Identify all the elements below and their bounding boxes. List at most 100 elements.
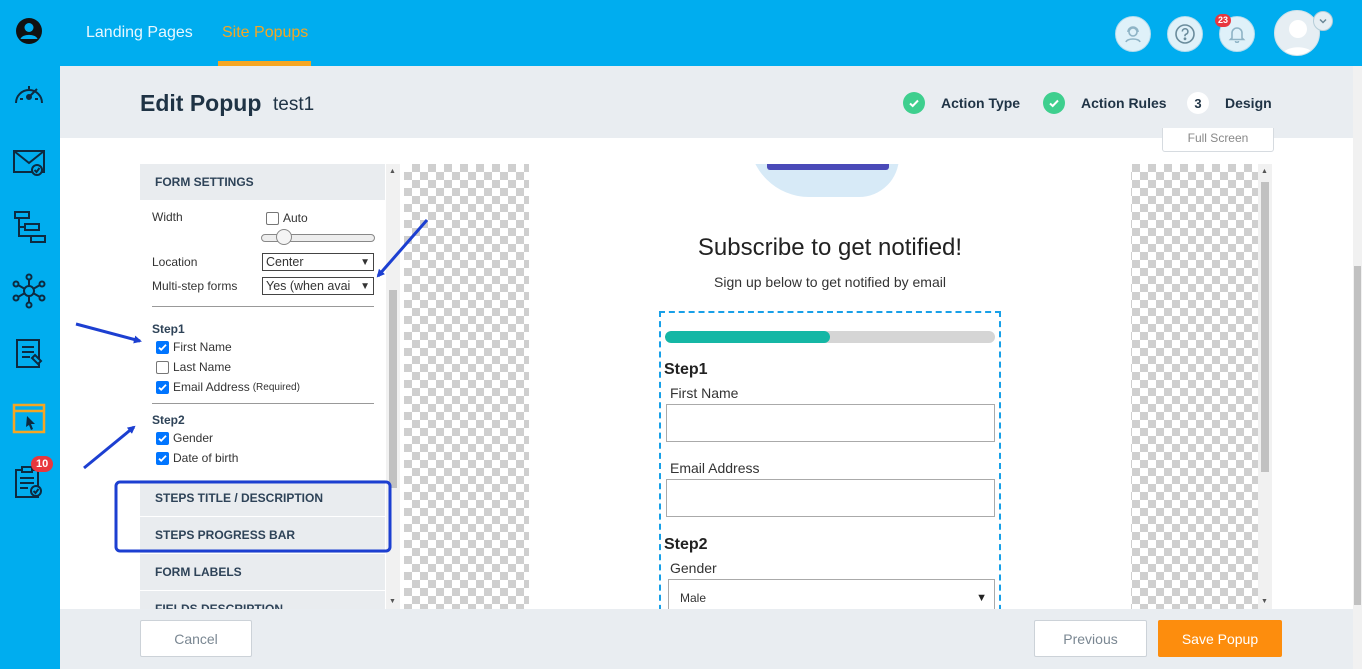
- scroll-down-arrow-icon[interactable]: ▼: [1261, 598, 1268, 605]
- popup-subtitle: Sign up below to get notified by email: [714, 274, 946, 290]
- page-title: Edit Popup: [140, 90, 262, 116]
- save-popup-button[interactable]: Save Popup: [1158, 620, 1282, 657]
- location-label: Location: [152, 255, 198, 269]
- checkbox-box[interactable]: [156, 360, 169, 374]
- design-settings-panel: FORM SETTINGS Width Auto Location Center…: [140, 164, 386, 609]
- step-complete-check-icon: [1043, 92, 1065, 114]
- form-step1-title: Step1: [664, 361, 708, 378]
- auto-width-checkbox[interactable]: Auto: [266, 211, 308, 225]
- checkbox-label: Last Name: [173, 360, 232, 374]
- step-label: Action Type: [941, 95, 1021, 111]
- divider: [152, 306, 374, 307]
- section-steps-progress-bar[interactable]: STEPS PROGRESS BAR: [140, 517, 385, 554]
- step-complete-check-icon: [903, 92, 925, 114]
- step2-dob-checkbox[interactable]: Date of birth: [156, 451, 238, 465]
- section-steps-title-description[interactable]: STEPS TITLE / DESCRIPTION: [140, 480, 385, 517]
- wizard-step-action-type[interactable]: Action Type: [903, 92, 1020, 114]
- location-select-value: Center: [266, 255, 304, 269]
- width-slider-handle[interactable]: [276, 229, 292, 245]
- tab-landing-pages[interactable]: Landing Pages: [86, 0, 193, 66]
- gender-label: Gender: [670, 560, 717, 576]
- popup-name: test1: [273, 94, 315, 115]
- step2-gender-checkbox[interactable]: Gender: [156, 431, 213, 445]
- checkbox-label: Auto: [283, 211, 308, 225]
- checkbox-box[interactable]: [266, 211, 279, 225]
- email-input[interactable]: [666, 479, 995, 517]
- support-agent-icon: [1125, 26, 1141, 43]
- scrollbar-thumb[interactable]: [389, 290, 397, 488]
- form-step2-title: Step2: [664, 536, 708, 553]
- checkbox-label: Email Address: [173, 380, 250, 394]
- step2-heading: Step2: [152, 413, 185, 427]
- header-illustration-bar: [767, 164, 889, 170]
- checkbox-box[interactable]: [156, 340, 169, 354]
- checkbox-box[interactable]: [156, 451, 169, 465]
- automation-flow-icon[interactable]: [10, 208, 48, 246]
- popup-preview-canvas: Subscribe to get notified! Sign up below…: [404, 164, 1272, 609]
- tab-site-popups[interactable]: Site Popups: [222, 0, 308, 66]
- popup-title: Subscribe to get notified!: [697, 234, 963, 261]
- account-menu-chevron[interactable]: [1313, 11, 1333, 31]
- chevron-down-icon: ▼: [360, 281, 370, 292]
- help-button[interactable]: [1167, 16, 1203, 52]
- checkbox-label: Gender: [173, 431, 214, 445]
- account-icon[interactable]: [10, 12, 48, 50]
- left-rail: 10: [0, 0, 60, 669]
- checkbox-box[interactable]: [156, 431, 169, 445]
- top-bar: Landing Pages Site Popups 23: [60, 0, 1362, 66]
- popup-preview[interactable]: Subscribe to get notified! Sign up below…: [529, 164, 1131, 609]
- step1-email-checkbox[interactable]: Email Address (Required): [156, 380, 300, 394]
- tasks-badge: 10: [31, 456, 54, 472]
- wizard-step-design[interactable]: 3 Design: [1187, 92, 1272, 114]
- notification-count-badge: 23: [1215, 14, 1232, 27]
- email-campaign-icon[interactable]: [10, 143, 48, 181]
- scrollbar-thumb[interactable]: [1261, 182, 1269, 472]
- gender-select[interactable]: Male ▼: [668, 579, 995, 609]
- page-scrollbar[interactable]: [1353, 66, 1362, 669]
- divider: [152, 403, 374, 404]
- bell-icon: [1228, 27, 1246, 43]
- site-popups-icon[interactable]: [10, 400, 48, 438]
- step-label: Design: [1225, 95, 1272, 111]
- progress-bar-fill: [665, 331, 830, 343]
- wizard-step-action-rules[interactable]: Action Rules: [1043, 92, 1167, 114]
- gender-select-value: Male: [680, 591, 707, 605]
- design-workspace: Full Screen FORM SETTINGS Width Auto Loc…: [60, 128, 1362, 609]
- scroll-down-arrow-icon[interactable]: ▼: [389, 598, 396, 605]
- email-label: Email Address: [670, 460, 760, 476]
- help-question-icon: [1175, 24, 1195, 44]
- dashboard-gauge-icon[interactable]: [10, 77, 48, 115]
- first-name-label: First Name: [670, 385, 739, 401]
- section-form-settings[interactable]: FORM SETTINGS: [140, 164, 385, 201]
- scroll-up-arrow-icon[interactable]: ▲: [1261, 168, 1268, 175]
- location-select[interactable]: Center ▼: [262, 253, 374, 271]
- first-name-input[interactable]: [666, 404, 995, 442]
- support-agent-button[interactable]: [1115, 16, 1151, 52]
- popup-form[interactable]: Step1 First Name Email Address Step2 Gen…: [659, 311, 1001, 609]
- multistep-label: Multi-step forms: [152, 279, 238, 293]
- checkbox-label: Date of birth: [173, 451, 239, 465]
- scroll-up-arrow-icon[interactable]: ▲: [389, 168, 396, 175]
- step1-last-name-checkbox[interactable]: Last Name: [156, 360, 231, 374]
- network-hub-icon[interactable]: [10, 272, 48, 310]
- multistep-select[interactable]: Yes (when avai ▼: [262, 277, 374, 295]
- cancel-button[interactable]: Cancel: [140, 620, 252, 657]
- chevron-down-icon: ▼: [360, 257, 370, 268]
- full-screen-button[interactable]: Full Screen: [1162, 128, 1274, 152]
- settings-panel-scrollbar[interactable]: ▲ ▼: [386, 164, 400, 609]
- checkbox-label: First Name: [173, 340, 232, 354]
- step-number: 3: [1187, 92, 1209, 114]
- scrollbar-thumb[interactable]: [1354, 266, 1361, 605]
- step1-heading: Step1: [152, 322, 185, 336]
- section-form-labels[interactable]: FORM LABELS: [140, 554, 385, 591]
- multistep-select-value: Yes (when avai: [266, 279, 351, 293]
- step1-first-name-checkbox[interactable]: First Name: [156, 340, 232, 354]
- preview-scrollbar[interactable]: ▲ ▼: [1258, 164, 1272, 609]
- chevron-down-icon: ▼: [976, 592, 987, 604]
- required-note: (Required): [252, 381, 300, 393]
- section-fields-description[interactable]: FIELDS DESCRIPTION: [140, 591, 385, 609]
- collapsed-sections: STEPS TITLE / DESCRIPTION STEPS PROGRESS…: [140, 480, 385, 609]
- checkbox-box[interactable]: [156, 380, 169, 394]
- forms-document-icon[interactable]: [10, 334, 48, 372]
- previous-button[interactable]: Previous: [1034, 620, 1147, 657]
